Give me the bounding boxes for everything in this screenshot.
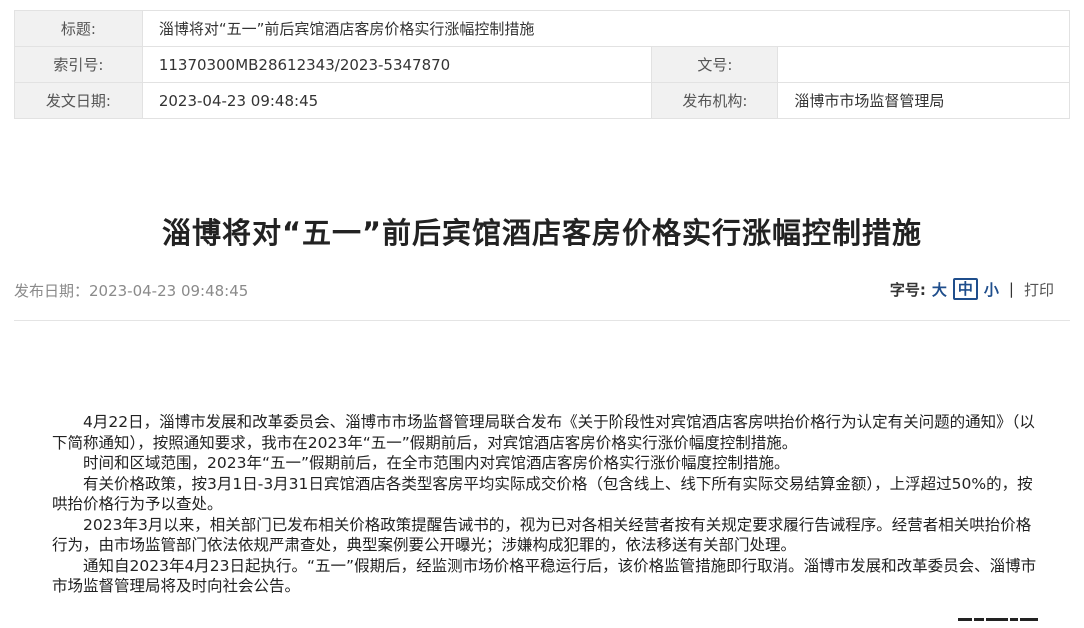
paragraph: 4月22日，淄博市发展和改革委员会、淄博市市场监督管理局联合发布《关于阶段性对宾… xyxy=(52,413,1035,452)
meta-org-label: 发布机构: xyxy=(651,82,779,119)
document-meta-table: 标题: 淄博将对“五一”前后宾馆酒店客房价格实行涨幅控制措施 索引号: 1137… xyxy=(14,10,1071,119)
meta-date-value: 2023-04-23 09:48:45 xyxy=(141,82,653,119)
font-small-button[interactable]: 小 xyxy=(984,279,999,300)
meta-title-value: 淄博将对“五一”前后宾馆酒店客房价格实行涨幅控制措施 xyxy=(141,10,1071,47)
font-medium-button[interactable]: 中 xyxy=(952,278,978,300)
meta-row-title: 标题: 淄博将对“五一”前后宾馆酒店客房价格实行涨幅控制措施 xyxy=(14,10,1071,47)
paragraph: 通知自2023年4月23日起执行。“五一”假期后，经监测市场价格平稳运行后，该价… xyxy=(52,556,1037,596)
meta-docno-label: 文号: xyxy=(651,46,779,83)
meta-index-value: 11370300MB28612343/2023-5347870 xyxy=(141,46,653,83)
font-size-controls: 字号: 大 中 小 | 打印 xyxy=(890,278,1054,300)
divider xyxy=(14,320,1070,321)
corner-watermark xyxy=(958,618,1052,628)
paragraph: 时间和区域范围，2023年“五一”假期前后，在全市范围内对宾馆酒店客房价格实行涨… xyxy=(83,454,790,472)
meta-docno-value xyxy=(777,46,1070,83)
paragraph: 有关价格政策，按3月1日-3月31日宾馆酒店各类型客房平均实际成交价格（包含线上… xyxy=(52,474,1033,514)
meta-title-label: 标题: xyxy=(14,10,143,47)
print-link[interactable]: 打印 xyxy=(1024,279,1054,300)
article-info-bar: 发布日期：2023-04-23 09:48:45 字号: 大 中 小 | 打印 xyxy=(14,278,1054,302)
article-title: 淄博将对“五一”前后宾馆酒店客房价格实行涨幅控制措施 xyxy=(161,216,923,250)
font-large-button[interactable]: 大 xyxy=(932,279,947,300)
paragraph: 2023年3月以来，相关部门已发布相关价格政策提醒告诫书的，视为已对各相关经营者… xyxy=(52,515,1032,555)
article-body: 4月22日，淄博市发展和改革委员会、淄博市市场监督管理局联合发布《关于阶段性对宾… xyxy=(52,412,1038,597)
meta-index-label: 索引号: xyxy=(14,46,143,83)
meta-org-value: 淄博市市场监督管理局 xyxy=(777,82,1070,119)
publish-date: 发布日期：2023-04-23 09:48:45 xyxy=(14,282,249,300)
font-size-label: 字号: xyxy=(889,280,926,299)
meta-row-index: 索引号: 11370300MB28612343/2023-5347870 文号: xyxy=(14,46,1070,83)
meta-row-date: 发文日期: 2023-04-23 09:48:45 发布机构: 淄博市市场监督管… xyxy=(14,82,1070,119)
separator: | xyxy=(1008,280,1014,298)
meta-date-label: 发文日期: xyxy=(14,82,143,119)
